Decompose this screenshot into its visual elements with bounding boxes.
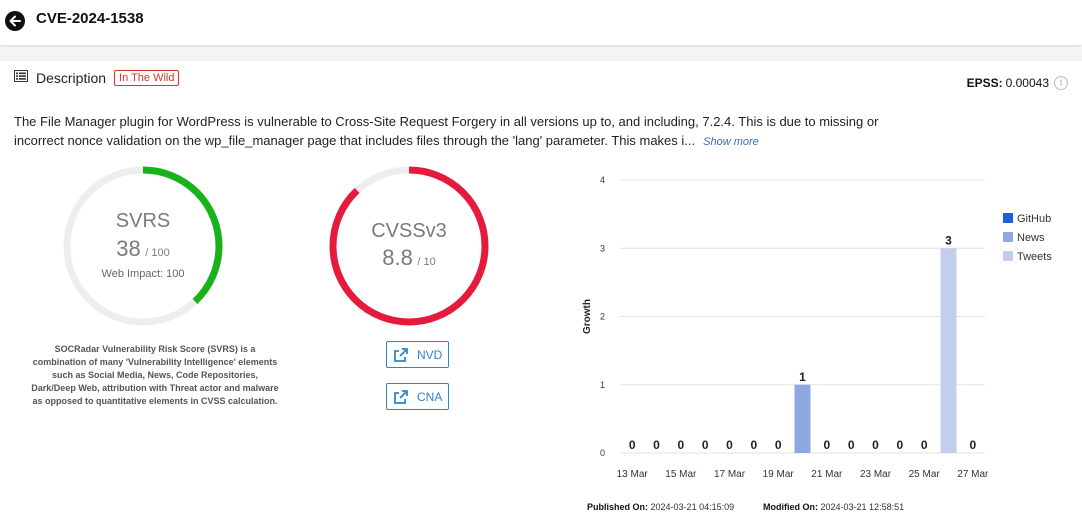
data-label: 3 — [945, 233, 952, 247]
svrs-title: SVRS — [115, 210, 171, 232]
legend-swatch — [1003, 213, 1013, 223]
top-bar: CVE-2024-1538 — [0, 0, 1082, 46]
legend-swatch — [1003, 251, 1013, 261]
cvss-title: CVSSv3 — [371, 220, 447, 242]
data-label: 0 — [921, 438, 928, 452]
svrs-web-impact: Web Impact: 100 — [101, 268, 185, 280]
section-divider — [0, 47, 1082, 61]
cvss-score: 8.8 — [382, 245, 413, 270]
cvss-gauge: CVSSv3 8.8 / 10 — [329, 166, 489, 326]
show-more-link[interactable]: Show more — [703, 136, 759, 148]
data-label: 0 — [872, 438, 879, 452]
y-tick-label: 3 — [600, 243, 605, 253]
epss-label: EPSS: — [966, 76, 1003, 90]
svrs-score: 38 — [116, 236, 141, 261]
modified-label: Modified On: — [763, 502, 818, 512]
x-tick-label: 21 Mar — [811, 469, 843, 480]
growth-chart: 0 1 2 3 4 Growth 0 0 0 0 0 0 0 1 0 0 0 0 0 3 0 13 Mar 15 Mar 17… — [570, 165, 1070, 490]
data-label: 1 — [799, 370, 806, 384]
external-link-icon — [394, 389, 408, 404]
modified-date: Modified On: 2024-03-21 12:58:51 — [763, 502, 904, 512]
cna-button[interactable]: CNA — [386, 383, 450, 410]
page-title: CVE-2024-1538 — [36, 10, 144, 27]
data-label: 0 — [653, 438, 660, 452]
data-label: 0 — [726, 438, 733, 452]
description-text: The File Manager plugin for WordPress is… — [14, 112, 894, 152]
published-label: Published On: — [587, 502, 649, 512]
x-tick-label: 27 Mar — [957, 469, 989, 480]
cvss-max: / 10 — [417, 256, 436, 268]
x-tick-label: 19 Mar — [763, 469, 795, 480]
data-label: 0 — [677, 438, 684, 452]
svrs-max: / 100 — [145, 247, 170, 259]
info-icon[interactable]: i — [1054, 76, 1068, 90]
y-tick-label: 2 — [600, 312, 605, 322]
epss-value: 0.00043 — [1005, 76, 1049, 90]
bar-tweets — [940, 248, 957, 453]
y-tick-label: 1 — [600, 380, 605, 390]
x-tick-label: 25 Mar — [909, 469, 941, 480]
cvss-score-line: 8.8 / 10 — [329, 245, 489, 271]
svrs-score-line: 38 / 100 — [63, 236, 223, 262]
y-axis-label: Growth — [582, 299, 593, 334]
data-label: 0 — [750, 438, 757, 452]
legend-label: News — [1017, 232, 1045, 244]
data-label: 0 — [629, 438, 636, 452]
y-tick-label: 0 — [600, 448, 605, 458]
x-tick-label: 13 Mar — [617, 469, 649, 480]
bar-news — [794, 384, 811, 453]
published-value: 2024-03-21 04:15:09 — [650, 502, 735, 512]
x-tick-label: 17 Mar — [714, 469, 746, 480]
x-tick-label: 15 Mar — [665, 469, 697, 480]
y-tick-label: 4 — [600, 175, 605, 185]
x-tick-label: 23 Mar — [860, 469, 892, 480]
nvd-button[interactable]: NVD — [386, 341, 450, 368]
legend-swatch — [1003, 232, 1013, 242]
data-label: 0 — [702, 438, 709, 452]
external-link-icon — [394, 347, 408, 362]
data-label: 0 — [969, 438, 976, 452]
data-label: 0 — [775, 438, 782, 452]
legend-label: GitHub — [1017, 213, 1051, 225]
epss-score: EPSS: 0.00043 i — [967, 76, 1068, 90]
growth-chart-svg: 0 1 2 3 4 Growth 0 0 0 0 0 0 0 1 0 0 0 0 0 3 0 13 Mar 15 Mar 17… — [582, 175, 1052, 480]
description-label: Description — [36, 70, 107, 86]
modified-value: 2024-03-21 12:58:51 — [820, 502, 905, 512]
legend-label: Tweets — [1017, 251, 1052, 263]
nvd-label: NVD — [417, 347, 443, 362]
data-label: 0 — [896, 438, 903, 452]
published-date: Published On: 2024-03-21 04:15:09 — [587, 502, 734, 512]
data-label: 0 — [848, 438, 855, 452]
in-the-wild-badge: In The Wild — [114, 70, 180, 86]
description-header: Description In The Wild — [14, 69, 180, 87]
data-label: 0 — [823, 438, 830, 452]
svrs-description: SOCRadar Vulnerability Risk Score (SVRS)… — [31, 344, 279, 406]
cna-label: CNA — [417, 389, 443, 404]
list-icon — [14, 69, 28, 87]
svrs-gauge: SVRS 38 / 100 Web Impact: 100 — [63, 166, 223, 326]
back-arrow-icon[interactable] — [5, 11, 25, 31]
